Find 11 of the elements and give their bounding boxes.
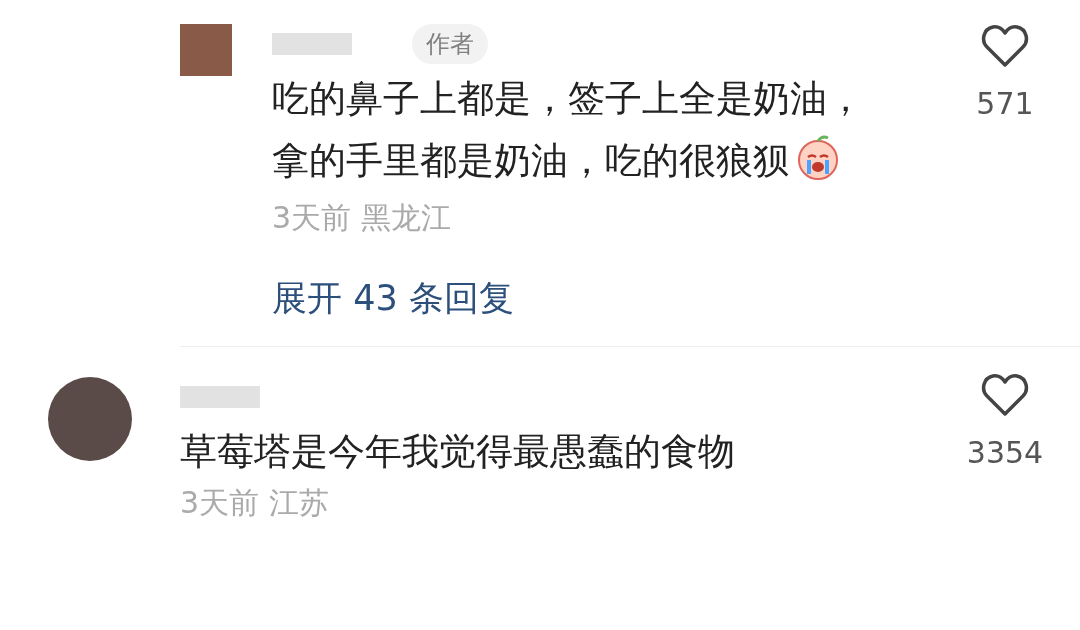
comment-meta: 3天前 黑龙江 — [272, 199, 452, 237]
expand-replies-link[interactable]: 展开 43 条回复 — [272, 275, 514, 322]
author-badge: 作者 — [412, 24, 488, 64]
like-count: 3354 — [966, 435, 1044, 470]
heart-icon[interactable] — [981, 373, 1029, 417]
like-count: 571 — [976, 86, 1034, 121]
comment-text-line: 吃的鼻子上都是，签子上全是奶油， — [272, 77, 864, 120]
comment-meta: 3天前 江苏 — [180, 484, 330, 522]
heart-icon[interactable] — [981, 24, 1029, 68]
comment-text-line: 草莓塔是今年我觉得最愚蠢的食物 — [180, 430, 735, 473]
comment-text-line: 拿的手里都是奶油，吃的很狼狈 — [272, 139, 790, 182]
